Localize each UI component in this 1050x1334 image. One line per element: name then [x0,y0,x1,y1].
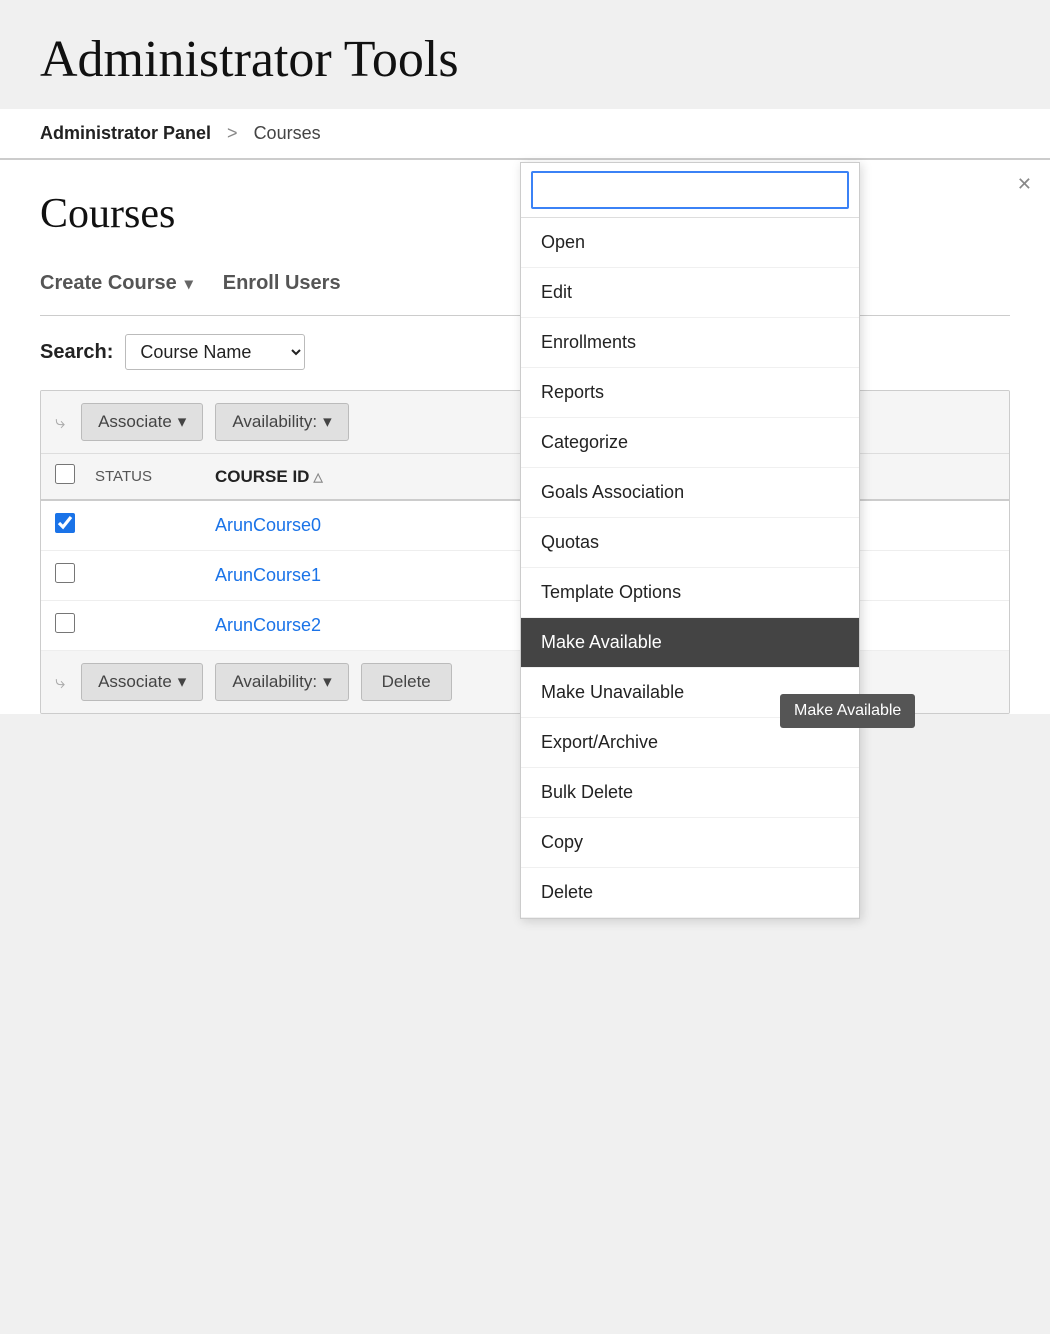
dropdown-search-clear-icon[interactable]: ✕ [1017,174,1032,195]
dropdown-item-copy[interactable]: Copy [521,818,859,868]
action-row-arrow-icon: ⤷ [55,412,65,433]
dropdown-item-reports[interactable]: Reports [521,368,859,418]
dropdown-item-quotas[interactable]: Quotas [521,518,859,568]
breadcrumb-admin[interactable]: Administrator Panel [40,123,211,144]
bottom-delete-label: Delete [382,672,431,691]
bottom-availability-chevron-icon: ▾ [323,672,332,692]
context-dropdown: Open Edit Enrollments Reports Categorize… [520,162,860,919]
make-available-tooltip: Make Available [780,694,915,728]
top-availability-chevron-icon: ▾ [323,412,332,432]
row-checkbox-cell-1 [55,513,95,538]
top-availability-button[interactable]: Availability: ▾ [215,403,348,441]
bottom-associate-button[interactable]: Associate ▾ [81,663,203,701]
create-course-button[interactable]: Create Course ▾ [40,268,193,299]
search-type-select[interactable]: Course Name Course ID Instructor Descrip… [125,334,305,370]
header-checkbox-cell [55,464,95,489]
bottom-delete-button[interactable]: Delete [361,663,452,701]
dropdown-item-template-options[interactable]: Template Options [521,568,859,618]
breadcrumb: Administrator Panel > Courses [0,109,1050,160]
page-title: Administrator Tools [40,30,1010,89]
dropdown-item-edit[interactable]: Edit [521,268,859,318]
bottom-associate-chevron-icon: ▾ [178,672,187,692]
course-id-sort-icon[interactable]: △ [313,470,322,484]
row-checkbox-cell-3 [55,613,95,638]
top-associate-label: Associate [98,412,172,432]
top-associate-button[interactable]: Associate ▾ [81,403,203,441]
breadcrumb-courses[interactable]: Courses [254,123,321,144]
bottom-availability-label: Availability: [232,672,317,692]
enroll-users-button[interactable]: Enroll Users [223,272,341,295]
dropdown-search-row [521,163,859,218]
create-course-chevron-icon: ▾ [185,274,193,294]
dropdown-item-categorize[interactable]: Categorize [521,418,859,468]
select-all-checkbox[interactable] [55,464,75,484]
dropdown-search-input[interactable] [531,171,849,209]
dropdown-item-goals-association[interactable]: Goals Association [521,468,859,518]
dropdown-item-delete[interactable]: Delete [521,868,859,918]
top-availability-label: Availability: [232,412,317,432]
bottom-action-row-arrow-icon: ⤷ [55,672,65,693]
bottom-associate-label: Associate [98,672,172,692]
dropdown-item-make-available[interactable]: Make Available [521,618,859,668]
row-checkbox-2[interactable] [55,563,75,583]
row-checkbox-3[interactable] [55,613,75,633]
dropdown-item-enrollments[interactable]: Enrollments [521,318,859,368]
top-associate-chevron-icon: ▾ [178,412,187,432]
breadcrumb-separator: > [227,123,238,144]
row-checkbox-cell-2 [55,563,95,588]
dropdown-item-open[interactable]: Open [521,218,859,268]
header-status: STATUS [95,468,215,485]
bottom-availability-button[interactable]: Availability: ▾ [215,663,348,701]
search-label: Search: [40,341,113,364]
row-checkbox-1[interactable] [55,513,75,533]
create-course-label: Create Course [40,272,177,295]
enroll-users-label: Enroll Users [223,272,341,294]
page-header: Administrator Tools [0,0,1050,109]
dropdown-item-bulk-delete[interactable]: Bulk Delete [521,768,859,818]
